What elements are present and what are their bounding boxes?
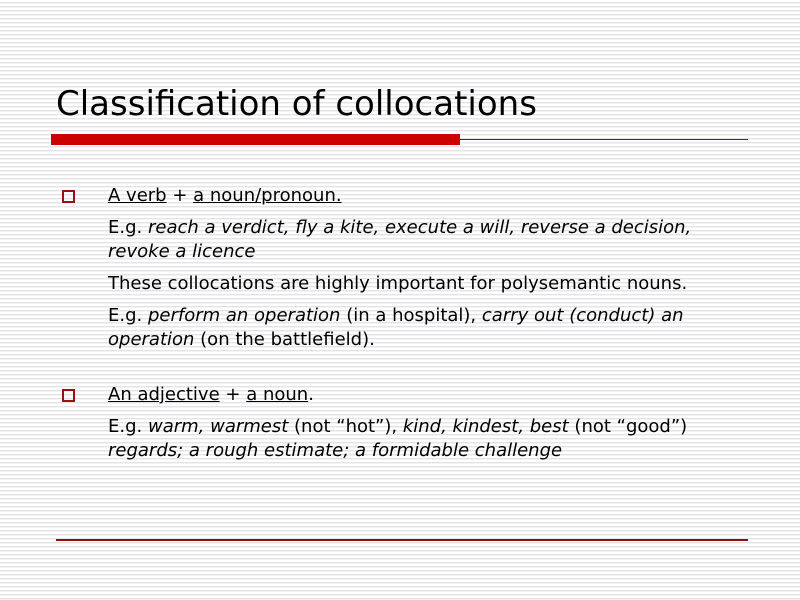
heading-plus-sign: + — [166, 185, 194, 206]
page-title: Classification of collocations — [56, 84, 537, 124]
bullet-group-verb-noun: A verb + a noun/pronoun. E.g. reach a ve… — [56, 184, 756, 352]
slide-body: A verb + a noun/pronoun. E.g. reach a ve… — [56, 184, 756, 463]
title-block: Classification of collocations — [56, 84, 756, 124]
example-plain-not-good: (not “good”) — [568, 416, 688, 437]
bullet-body: A verb + a noun/pronoun. E.g. reach a ve… — [108, 184, 756, 352]
example-plain-not-hot: (not “hot”), — [288, 416, 403, 437]
heading-underlined-verb: A verb — [108, 185, 167, 206]
bullet-heading-verb-noun: A verb + a noun/pronoun. — [108, 184, 756, 208]
example-italic-regards-estimate-challenge: regards; a rough estimate; a formidable … — [108, 440, 563, 461]
heading-underlined-noun: a noun — [246, 384, 309, 405]
hollow-square-bullet-icon — [62, 190, 75, 203]
heading-underlined-noun-pronoun: a noun/pronoun. — [193, 185, 342, 206]
example-italic-kind-kindest-best: kind, kindest, best — [402, 416, 569, 437]
note-line-polysemantic: These collocations are highly important … — [108, 272, 756, 296]
title-underline-thick-bar — [51, 134, 460, 145]
example-line-operation: E.g. perform an operation (in a hospital… — [108, 304, 756, 352]
example-line-adjective: E.g. warm, warmest (not “hot”), kind, ki… — [108, 415, 756, 463]
heading-period: . — [308, 384, 314, 405]
example-label: E.g. — [108, 305, 148, 326]
heading-underlined-adjective: An adjective — [108, 384, 220, 405]
example-plain-on-battlefield: (on the battlefield). — [194, 329, 375, 350]
slide-canvas: Classification of collocations A verb + … — [0, 0, 800, 600]
heading-plus-sign: + — [219, 384, 247, 405]
example-label: E.g. — [108, 416, 148, 437]
bullet-body: An adjective + a noun. E.g. warm, warmes… — [108, 383, 756, 463]
example-line-verb-noun: E.g. reach a verdict, fly a kite, execut… — [108, 216, 756, 264]
example-italic-perform-operation: perform an operation — [147, 305, 341, 326]
example-italic-text: reach a verdict, fly a kite, execute a w… — [108, 217, 692, 262]
example-label: E.g. — [108, 217, 148, 238]
bullet-group-adjective-noun: An adjective + a noun. E.g. warm, warmes… — [56, 383, 756, 463]
bullet-heading-adjective-noun: An adjective + a noun. — [108, 383, 756, 407]
example-italic-warm-warmest: warm, warmest — [147, 416, 289, 437]
hollow-square-bullet-icon — [62, 389, 75, 402]
example-plain-in-hospital: (in a hospital), — [340, 305, 482, 326]
footer-divider-rule — [56, 539, 748, 541]
note-text: These collocations are highly important … — [108, 273, 688, 294]
